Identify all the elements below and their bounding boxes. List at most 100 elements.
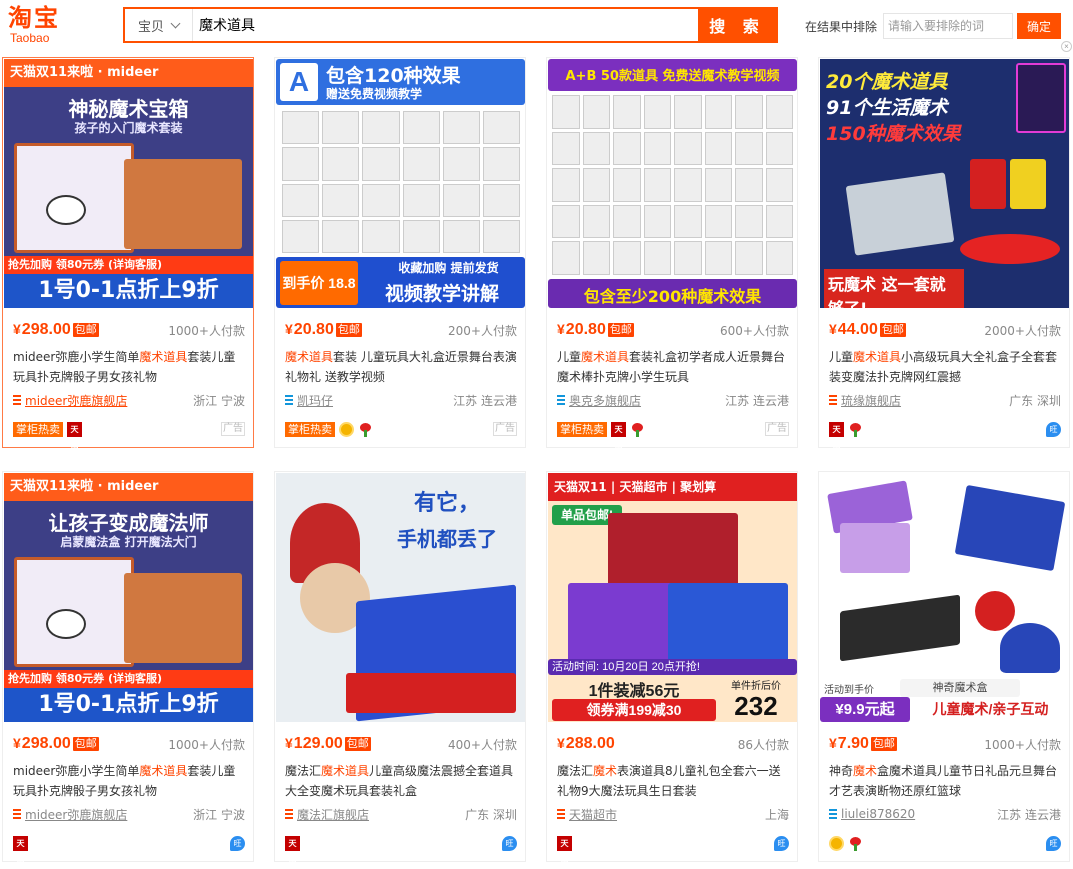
- magic-box-base-graphic: [346, 673, 516, 713]
- product-image[interactable]: 天猫双11来啦 · mideer 让孩子变成魔法师 启蒙魔法盒 打开魔法大门 抢…: [4, 473, 253, 722]
- image-top-banner: 天猫双11 | 天猫超市 | 聚划算: [548, 473, 797, 501]
- image-subline: 赠送免费视频教学: [326, 87, 423, 101]
- wangwang-chat-icon[interactable]: 旺: [774, 835, 789, 851]
- shop-link[interactable]: mideer弥鹿旗舰店: [25, 392, 127, 409]
- shop-location: 江苏 连云港: [453, 393, 517, 408]
- tmall-icon: 天猫: [557, 835, 572, 863]
- flower-icon: [848, 836, 863, 851]
- shop-location: 江苏 连云港: [725, 393, 789, 408]
- image-deal-text: 1件装减56元: [588, 683, 680, 700]
- payment-count: 86人付款: [737, 737, 789, 752]
- product-card[interactable]: 有它， 手机都丢了 ¥129.00 包邮 400+人付款 魔法汇魔术道具儿童高级…: [274, 471, 526, 863]
- gold-seller-icon: [339, 421, 354, 437]
- top-search-bar: 淘宝 Taobao 宝贝 搜 索 在结果中排除 确定 ×: [0, 0, 1073, 52]
- product-image[interactable]: 有它， 手机都丢了: [276, 473, 525, 722]
- product-title[interactable]: mideer弥鹿小学生简单魔术道具套装儿童玩具扑克牌骰子男女孩礼物: [13, 761, 247, 801]
- shop-link[interactable]: 凯玛仔: [297, 392, 333, 409]
- ad-label: 广告: [221, 422, 245, 436]
- product-box-lid-graphic: [124, 159, 242, 249]
- tag-row: 天猫 旺: [285, 835, 517, 863]
- tag-row: 掌柜热卖 天猫 广告: [557, 421, 789, 449]
- exclude-label: 在结果中排除: [805, 19, 878, 34]
- image-after-label: 单件折后价: [731, 681, 781, 692]
- product-title[interactable]: 魔法汇魔术道具儿童高级魔法震撼全套道具大全变魔术玩具套装礼盒: [285, 761, 519, 801]
- payment-count: 1000+人付款: [168, 323, 245, 338]
- shop-icon: [829, 809, 837, 819]
- image-coupon-strip: 抢先加购 领80元券 (详询客服): [4, 256, 253, 274]
- image-top-banner: 天猫双11来啦 · mideer: [4, 473, 253, 501]
- image-midline: 收藏加购 提前发货: [398, 261, 499, 275]
- close-icon[interactable]: ×: [1061, 41, 1072, 52]
- product-card[interactable]: A 包含120种效果 赠送免费视频教学 收藏加购 提前发货 到手价 18.8元 …: [274, 57, 526, 448]
- shop-row: liulei878620 江苏 连云港: [829, 805, 1061, 823]
- wangwang-chat-icon[interactable]: 旺: [1046, 421, 1061, 437]
- flower-icon: [848, 422, 863, 437]
- flower-icon: [358, 422, 373, 437]
- wangwang-chat-icon[interactable]: 旺: [502, 835, 517, 851]
- shop-link[interactable]: 天猫超市: [569, 806, 617, 823]
- hot-seller-tag: 掌柜热卖: [285, 421, 335, 437]
- price: ¥20.80: [557, 321, 606, 338]
- image-price-tag: 活动到手价: [824, 685, 874, 696]
- product-image[interactable]: 天猫双11 | 天猫超市 | 聚划算 单品包邮! 活动时间: 10月20日 20…: [548, 473, 797, 722]
- product-title[interactable]: 魔法汇魔术表演道具8儿童礼包全套六一送礼物9大魔法玩具生日套装: [557, 761, 791, 801]
- exclude-input[interactable]: [883, 13, 1014, 39]
- shop-icon: [285, 809, 293, 819]
- props-tile-grid: [282, 111, 520, 253]
- product-card[interactable]: 天猫双11来啦 · mideer 神秘魔术宝箱 孩子的入门魔术套装 抢先加购 领…: [2, 57, 254, 449]
- shop-link[interactable]: 奥克多旗舰店: [569, 392, 641, 409]
- search-button[interactable]: 搜 索: [698, 9, 776, 41]
- search-input[interactable]: [193, 9, 698, 41]
- shop-icon: [557, 809, 565, 819]
- product-image[interactable]: A+B 50款道具 免费送魔术教学视频 包含至少200种魔术效果: [548, 59, 797, 308]
- product-card[interactable]: 20个魔术道具 91个生活魔术 150种魔术效果 玩魔术 这一套就够了! ¥44…: [818, 57, 1070, 449]
- product-image[interactable]: 20个魔术道具 91个生活魔术 150种魔术效果 玩魔术 这一套就够了!: [820, 59, 1069, 308]
- search-type-dropdown[interactable]: 宝贝: [125, 9, 193, 41]
- image-subline: 启蒙魔法盒 打开魔法大门: [60, 535, 197, 549]
- wangwang-chat-icon[interactable]: 旺: [1046, 835, 1061, 851]
- shop-link[interactable]: liulei878620: [841, 807, 915, 821]
- tag-row: 掌柜热卖 天猫 广告: [13, 421, 245, 449]
- shop-location: 广东 深圳: [465, 807, 517, 822]
- image-bottom-text: 儿童魔术/亲子互动: [912, 697, 1069, 722]
- product-title[interactable]: 儿童魔术道具小高级玩具大全礼盒子全套套装变魔法扑克牌网红震撼: [829, 347, 1063, 387]
- shop-icon: [829, 395, 837, 405]
- payment-count: 600+人付款: [720, 323, 789, 338]
- exclude-confirm-button[interactable]: 确定: [1017, 13, 1062, 39]
- shop-link[interactable]: mideer弥鹿旗舰店: [25, 806, 127, 823]
- shop-row: mideer弥鹿旗舰店 浙江 宁波: [13, 391, 245, 409]
- product-image[interactable]: 神奇魔术盒 活动到手价 ¥9.9元起 儿童魔术/亲子互动: [820, 473, 1069, 722]
- props-tile-grid: [552, 95, 793, 275]
- product-title[interactable]: 儿童魔术道具套装礼盒初学者成人近景舞台魔术棒扑克牌小学生玩具: [557, 347, 791, 387]
- free-shipping-badge: 包邮: [335, 323, 362, 337]
- product-card[interactable]: 天猫双11来啦 · mideer 让孩子变成魔法师 启蒙魔法盒 打开魔法大门 抢…: [2, 471, 254, 863]
- wangwang-chat-icon[interactable]: 旺: [230, 835, 245, 851]
- product-card[interactable]: 神奇魔术盒 活动到手价 ¥9.9元起 儿童魔术/亲子互动 ¥7.90 包邮 10…: [818, 471, 1070, 862]
- product-image[interactable]: A 包含120种效果 赠送免费视频教学 收藏加购 提前发货 到手价 18.8元 …: [276, 59, 525, 308]
- search-type-label: 宝贝: [137, 18, 164, 34]
- product-title[interactable]: 神奇魔术盒魔术道具儿童节日礼品元旦舞台才艺表演断物还原红篮球: [829, 761, 1063, 801]
- product-image[interactable]: 天猫双11来啦 · mideer 神秘魔术宝箱 孩子的入门魔术套装 抢先加购 领…: [4, 59, 253, 308]
- image-line-3: 150种魔术效果: [826, 123, 961, 145]
- shop-link[interactable]: 魔法汇旗舰店: [297, 806, 369, 823]
- shop-location: 浙江 宁波: [193, 807, 245, 822]
- image-top-banner: 天猫双11来啦 · mideer: [4, 59, 253, 87]
- image-box-label: 神奇魔术盒: [900, 679, 1020, 697]
- black-box-graphic: [840, 594, 960, 662]
- taobao-logo[interactable]: 淘宝 Taobao: [8, 4, 88, 44]
- magic-collection-box-3: [668, 583, 788, 663]
- shop-row: mideer弥鹿旗舰店 浙江 宁波: [13, 805, 245, 823]
- price: ¥288.00: [557, 735, 615, 752]
- shop-link[interactable]: 琉缘旗舰店: [841, 392, 901, 409]
- image-date-strip: 活动时间: 10月20日 20点开抢!: [548, 659, 797, 675]
- shop-location: 上海: [764, 807, 789, 822]
- shop-row: 奥克多旗舰店 江苏 连云港: [557, 391, 789, 409]
- image-subline: 手机都丢了: [397, 527, 497, 551]
- product-card[interactable]: 天猫双11 | 天猫超市 | 聚划算 单品包邮! 活动时间: 10月20日 20…: [546, 471, 798, 863]
- product-card[interactable]: A+B 50款道具 免费送魔术教学视频 包含至少200种魔术效果 ¥20.80 …: [546, 57, 798, 449]
- product-title[interactable]: 魔术道具套装 儿童玩具大礼盒近景舞台表演礼物礼 送教学视频: [285, 347, 519, 387]
- product-title[interactable]: mideer弥鹿小学生简单魔术道具套装儿童玩具扑克牌骰子男女孩礼物: [13, 347, 247, 387]
- payment-count: 2000+人付款: [984, 323, 1061, 338]
- ad-label: 广告: [765, 422, 789, 436]
- tmall-icon: 天猫: [285, 835, 300, 863]
